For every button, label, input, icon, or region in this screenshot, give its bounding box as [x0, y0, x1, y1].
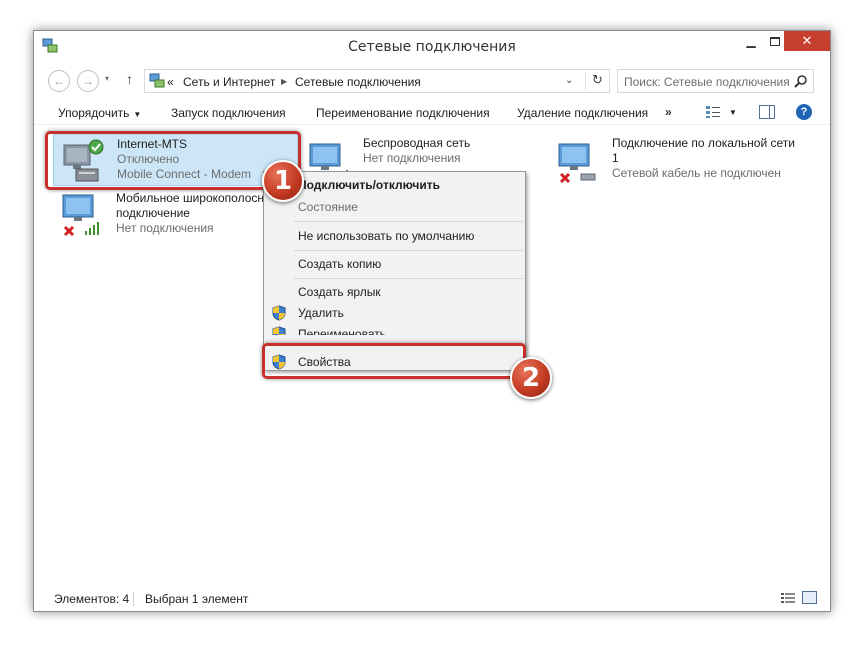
- address-dropdown-icon[interactable]: ⌄: [565, 75, 573, 86]
- delete-connection-button[interactable]: Удаление подключения: [517, 106, 648, 120]
- caret-down-icon: ▼: [133, 110, 142, 119]
- menu-item-label: Переименовать: [298, 327, 386, 335]
- shield-icon: [272, 326, 286, 335]
- details-view-icon[interactable]: [781, 592, 795, 604]
- organize-button[interactable]: Упорядочить ▼: [58, 106, 141, 120]
- status-bar: Элементов: 4 Выбран 1 элемент: [34, 587, 830, 611]
- menu-item-label: Создать копию: [298, 257, 382, 271]
- command-bar: Упорядочить ▼ Запуск подключения Переимен…: [34, 101, 830, 125]
- connection-status: Нет подключения: [116, 221, 214, 235]
- connection-name: Мобильное широкополосное: [116, 191, 278, 205]
- arrow-right-icon: →: [82, 74, 94, 88]
- rename-connection-button[interactable]: Переименование подключения: [316, 106, 490, 120]
- minimize-icon: ▁: [746, 34, 756, 48]
- more-commands-button[interactable]: »: [665, 105, 672, 119]
- arrow-left-icon: ←: [53, 74, 65, 88]
- menu-separator: [294, 250, 523, 251]
- callout-badge-1: 1: [262, 160, 304, 202]
- connection-info: Мобильное широкополосное подключение Нет…: [116, 191, 277, 236]
- connection-status: Нет подключения: [363, 151, 461, 165]
- callout-badge-2: 2: [510, 357, 552, 399]
- breadcrumb-chevron-icon[interactable]: ▶: [281, 77, 287, 86]
- menu-item-not-default[interactable]: Не использовать по умолчанию: [265, 225, 524, 247]
- menu-item-label: Состояние: [298, 200, 358, 214]
- window-title: Сетевые подключения: [348, 39, 516, 55]
- menu-item-create-shortcut[interactable]: Создать ярлык: [265, 281, 524, 303]
- menu-item-label: Не использовать по умолчанию: [298, 229, 475, 243]
- menu-item-label: Создать ярлык: [298, 285, 381, 299]
- connection-name: Подключение по локальной сети: [612, 136, 795, 150]
- address-bar[interactable]: « Сеть и Интернет ▶ Сетевые подключения …: [144, 69, 610, 93]
- connection-status: Сетевой кабель не подключен: [612, 166, 781, 180]
- shield-icon: [272, 305, 286, 321]
- menu-item-create-copy[interactable]: Создать копию: [265, 253, 524, 275]
- large-icons-view-icon[interactable]: [802, 591, 817, 604]
- minimize-button[interactable]: ▁: [738, 31, 764, 51]
- ethernet-connection-icon: [558, 143, 596, 184]
- menu-item-label: Подключить/отключить: [298, 178, 440, 192]
- item-count: Элементов: 4: [54, 592, 130, 606]
- change-view-icon[interactable]: [705, 105, 721, 119]
- menu-item-rename[interactable]: Переименовать: [265, 323, 524, 335]
- breadcrumb-network-internet[interactable]: Сеть и Интернет: [183, 75, 275, 89]
- menu-item-connect-disconnect[interactable]: Подключить/отключить: [265, 174, 524, 196]
- connection-mobile-broadband[interactable]: Мобильное широкополосное подключение Нет…: [53, 189, 293, 241]
- selection-count: Выбран 1 элемент: [145, 592, 249, 606]
- context-menu: Подключить/отключить Состояние Не исполь…: [263, 171, 526, 371]
- connection-name-line2: подключение: [116, 206, 190, 220]
- mobile-broadband-icon: [62, 194, 99, 237]
- refresh-icon: ↻: [592, 72, 603, 87]
- back-button[interactable]: ←: [48, 70, 70, 92]
- navigation-bar: ← → ▾ ↑ « Сеть и Интернет ▶ Сетевые подк…: [34, 65, 830, 95]
- recent-locations-button[interactable]: ▾: [105, 74, 109, 83]
- start-connection-button[interactable]: Запуск подключения: [171, 106, 286, 120]
- menu-item-label: Удалить: [298, 306, 344, 320]
- chevron-down-icon: ▾: [105, 74, 110, 83]
- network-folder-icon: [149, 73, 165, 88]
- search-input[interactable]: Поиск: Сетевые подключения: [617, 69, 814, 93]
- callout-box-2: [262, 343, 526, 379]
- arrow-up-icon: ↑: [126, 71, 133, 87]
- breadcrumb-network-connections[interactable]: Сетевые подключения: [295, 75, 421, 89]
- maximize-icon: [770, 36, 780, 46]
- close-button[interactable]: ✕: [784, 31, 830, 51]
- search-placeholder: Поиск: Сетевые подключения: [624, 75, 790, 89]
- search-icon[interactable]: [794, 74, 808, 88]
- preview-pane-icon[interactable]: [759, 105, 775, 119]
- connection-info: Беспроводная сеть Нет подключения: [363, 136, 470, 166]
- menu-item-delete[interactable]: Удалить: [265, 302, 524, 324]
- menu-separator: [294, 278, 523, 279]
- menu-item-status[interactable]: Состояние: [265, 196, 524, 218]
- connection-lan[interactable]: Подключение по локальной сети 1 Сетевой …: [549, 134, 814, 186]
- menu-separator: [294, 221, 523, 222]
- close-icon: ✕: [801, 33, 813, 48]
- breadcrumb-overflow[interactable]: «: [167, 75, 174, 89]
- help-icon[interactable]: ?: [796, 104, 812, 120]
- view-options-caret-icon[interactable]: ▼: [729, 108, 737, 117]
- forward-button[interactable]: →: [77, 70, 99, 92]
- connection-name-line2: 1: [612, 151, 619, 165]
- up-button[interactable]: ↑: [126, 71, 133, 87]
- connection-info: Подключение по локальной сети 1 Сетевой …: [612, 136, 795, 181]
- status-divider: [133, 592, 134, 606]
- refresh-button[interactable]: ↻: [585, 72, 609, 90]
- organize-label: Упорядочить: [58, 106, 130, 120]
- connection-name: Беспроводная сеть: [363, 136, 471, 150]
- title-bar: Сетевые подключения ▁ ✕: [34, 31, 830, 62]
